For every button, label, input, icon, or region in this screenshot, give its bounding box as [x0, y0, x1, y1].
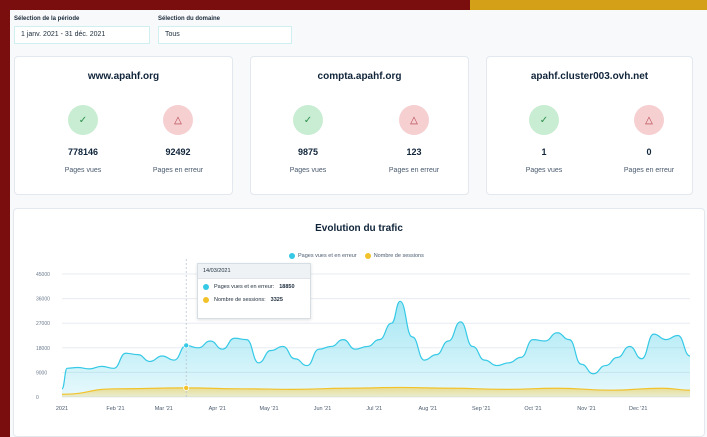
- page-views-count: 9875: [297, 147, 319, 157]
- y-tick-label: 0: [36, 395, 39, 401]
- tooltip-pages-value: 18850: [279, 284, 295, 290]
- hover-point-pages: [183, 342, 190, 349]
- x-tick-label: Jul '21: [366, 406, 382, 412]
- warning-triangle-icon: △: [634, 105, 664, 135]
- tooltip-dot-sessions: [203, 297, 209, 303]
- y-tick-label: 45000: [36, 272, 50, 278]
- traffic-chart-plot[interactable]: 0 9000 18000 27000 36000 45000 2021 Feb '21 Mar …: [14, 209, 704, 436]
- x-tick-label: Feb '21: [106, 406, 124, 412]
- tooltip-sessions-value: 3325: [270, 297, 283, 303]
- warning-triangle-icon: △: [163, 105, 193, 135]
- traffic-chart-card: Evolution du trafic Pages vues et en err…: [13, 208, 705, 437]
- y-tick-label: 36000: [36, 297, 50, 303]
- legend-label-sessions: Nombre de sessions: [373, 253, 424, 259]
- site-card-cluster003: apahf.cluster003.ovh.net ✓ △ 1 0 Pages v…: [486, 56, 693, 195]
- page-views-label: Pages vues: [64, 167, 102, 174]
- x-tick-label: Jun '21: [314, 406, 332, 412]
- site-name: compta.apahf.org: [317, 71, 402, 82]
- page-errors-label: Pages en erreur: [388, 167, 440, 174]
- domain-filter-label: Sélection du domaine: [158, 16, 221, 22]
- x-tick-label: Apr '21: [209, 406, 226, 412]
- legend-item-pages[interactable]: Pages vues et en erreur: [289, 253, 357, 259]
- hover-point-sessions: [183, 384, 190, 391]
- site-name: www.apahf.org: [87, 71, 160, 82]
- period-filter-label: Sélection de la période: [14, 16, 80, 22]
- x-tick-label: Aug '21: [419, 406, 437, 412]
- page-errors-label: Pages en erreur: [152, 167, 204, 174]
- site-card-www-apahf: www.apahf.org ✓ △ 778146 92492 Pages vue…: [14, 56, 233, 195]
- period-picker[interactable]: 1 janv. 2021 - 31 déc. 2021: [14, 26, 150, 44]
- page-views-label: Pages vues: [289, 167, 327, 174]
- legend-item-sessions[interactable]: Nombre de sessions: [364, 253, 424, 259]
- chart-title: Evolution du trafic: [315, 223, 403, 234]
- y-tick-label: 27000: [36, 321, 50, 327]
- page-views-label: Pages vues: [525, 167, 563, 174]
- page-errors-count: 123: [406, 147, 422, 157]
- check-icon: ✓: [529, 105, 559, 135]
- page-views-count: 778146: [67, 147, 99, 157]
- legend-dot-pages: [289, 253, 295, 259]
- chart-tooltip: 14/03/2021 Pages vues et en erreur: 1885…: [197, 263, 311, 319]
- legend-dot-sessions: [364, 253, 371, 259]
- legend-label-pages: Pages vues et en erreur: [298, 253, 357, 259]
- x-tick-label: Nov '21: [577, 406, 595, 412]
- top-accent-bar: [470, 0, 707, 10]
- tooltip-row-pages: Pages vues et en erreur: 18850: [198, 279, 310, 292]
- y-tick-label: 9000: [36, 370, 47, 376]
- x-tick-label: Oct '21: [524, 406, 541, 412]
- tooltip-date: 14/03/2021: [198, 264, 310, 279]
- warning-triangle-icon: △: [399, 105, 429, 135]
- tooltip-dot-pages: [203, 284, 209, 290]
- series-area-0: [62, 301, 690, 397]
- x-tick-label: Mar '21: [155, 406, 173, 412]
- tooltip-sessions-label: Nombre de sessions:: [214, 297, 266, 303]
- y-tick-label: 18000: [36, 346, 50, 352]
- check-icon: ✓: [293, 105, 323, 135]
- site-card-compta-apahf: compta.apahf.org ✓ △ 9875 123 Pages vues…: [250, 56, 469, 195]
- page-errors-count: 92492: [165, 147, 191, 157]
- x-tick-label: Dec '21: [629, 406, 647, 412]
- domain-select[interactable]: Tous: [158, 26, 292, 44]
- x-tick-label: May '21: [259, 406, 278, 412]
- site-name: apahf.cluster003.ovh.net: [530, 71, 649, 82]
- page-errors-label: Pages en erreur: [623, 167, 675, 174]
- chart-legend: Pages vues et en erreur Nombre de sessio…: [289, 253, 424, 259]
- tooltip-pages-label: Pages vues et en erreur:: [214, 284, 275, 290]
- x-tick-label: Sep '21: [472, 406, 490, 412]
- page-errors-count: 0: [646, 147, 652, 157]
- tooltip-row-sessions: Nombre de sessions: 3325: [198, 292, 310, 305]
- check-icon: ✓: [68, 105, 98, 135]
- page-views-count: 1: [541, 147, 547, 157]
- x-tick-label: 2021: [56, 406, 68, 412]
